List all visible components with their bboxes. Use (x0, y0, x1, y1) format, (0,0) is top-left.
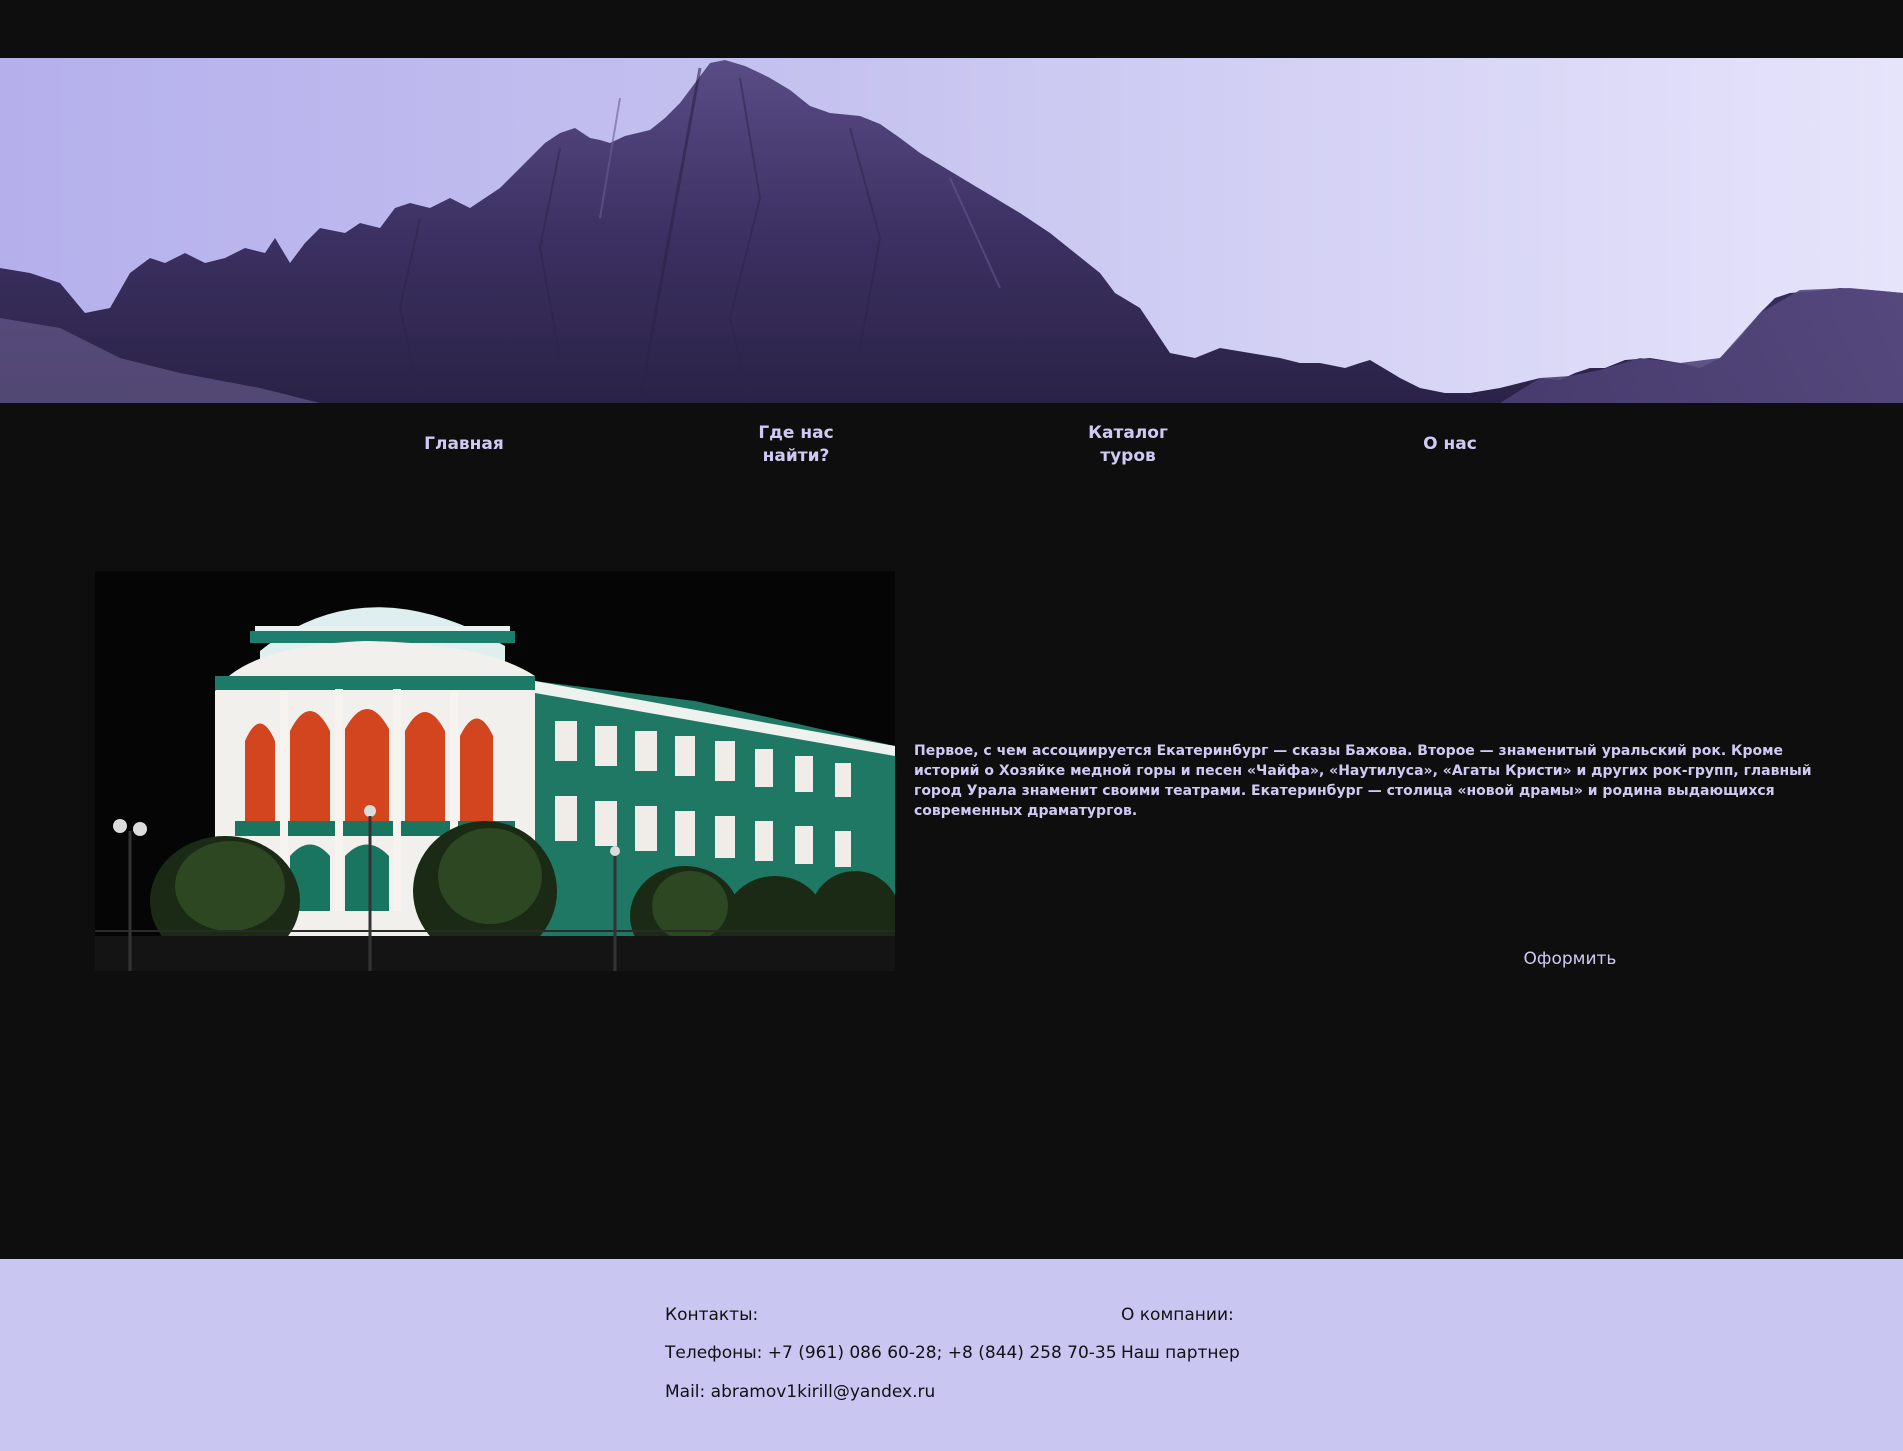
mail-text: Mail: abramov1kirill@yandex.ru (665, 1382, 936, 1402)
mountain-illustration (0, 60, 1903, 403)
page: Главная Где нас найти? Каталог туров О н… (0, 0, 1903, 1451)
main-nav: Главная Где нас найти? Каталог туров О н… (0, 403, 1903, 483)
nav-item-home[interactable]: Главная (409, 433, 519, 456)
footer: Контакты: Телефоны: +7 (961) 086 60-28; … (0, 1259, 1903, 1451)
building-illustration (95, 571, 895, 971)
hero-banner-mountains (0, 58, 1903, 403)
nav-item-location[interactable]: Где нас найти? (741, 422, 851, 468)
order-button[interactable]: Оформить (1510, 946, 1630, 972)
contacts-heading: Контакты: (665, 1305, 759, 1325)
city-description: Первое, с чем ассоциируется Екатеринбург… (914, 743, 1812, 819)
city-building-photo (95, 571, 895, 971)
nav-item-about[interactable]: О нас (1395, 433, 1505, 456)
phones-text: Телефоны: +7 (961) 086 60-28; +8 (844) 2… (665, 1343, 1117, 1363)
nav-item-tour-catalog[interactable]: Каталог туров (1073, 422, 1183, 468)
about-heading: О компании: (1121, 1305, 1234, 1325)
partner-link[interactable]: Наш партнер (1121, 1342, 1240, 1364)
